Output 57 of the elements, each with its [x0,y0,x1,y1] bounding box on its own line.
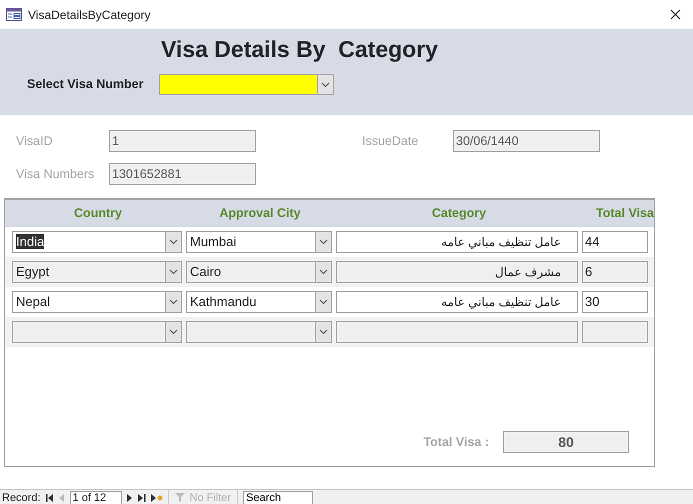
record-position-field[interactable]: 1 of 12 [70,490,122,504]
caret-icon [169,299,178,305]
caret-icon [319,269,328,275]
form-icon [6,8,22,21]
caret-icon [169,329,178,335]
dropdown-button[interactable] [165,292,181,312]
dropdown-button[interactable] [317,75,333,94]
field-label: Visa Numbers [16,166,96,183]
country-dropdown[interactable]: India [12,231,182,253]
category-field[interactable]: عامل تنظيف مباني عامه [336,231,578,253]
total-field[interactable]: 30 [582,291,648,313]
country-dropdown[interactable]: Egypt [12,261,182,283]
city-dropdown[interactable]: Mumbai [186,231,332,253]
caret-icon [319,299,328,305]
column-header: Country [73,205,123,222]
input-field[interactable]: 1 [109,130,256,152]
total-field: 80 [503,431,629,453]
last-record-button[interactable] [138,494,146,502]
next-record-button[interactable] [126,494,133,502]
category-field[interactable]: عامل تنظيف مباني عامه [336,291,578,313]
category-field[interactable] [336,321,578,343]
close-icon [670,8,681,20]
field-label: IssueDate [362,132,420,150]
dropdown-button[interactable] [315,232,331,252]
total-field[interactable]: 6 [582,261,648,283]
dropdown-button[interactable] [315,292,331,312]
dropdown-button[interactable] [165,262,181,282]
dropdown-button[interactable] [165,232,181,252]
first-record-button[interactable] [46,494,54,502]
caret-icon [169,269,178,275]
input-field[interactable]: 1301652881 [109,163,256,185]
record-label: Record: [2,491,41,504]
column-header: Approval City [218,205,302,222]
form-title: Visa Details By Category [160,35,439,64]
country-dropdown[interactable]: Nepal [12,291,182,313]
search-field[interactable]: Search [243,490,314,504]
dropdown-button[interactable] [315,262,331,282]
total-field[interactable]: 44 [582,231,648,253]
column-header: Category [430,205,488,222]
new-record-button[interactable] [150,494,163,502]
field-label: Select Visa Number [27,76,144,94]
total-field[interactable] [582,321,648,343]
dropdown-button[interactable] [315,322,331,342]
caret-icon [319,239,328,245]
input-field[interactable]: 30/06/1440 [453,130,600,152]
city-dropdown[interactable]: Kathmandu [186,291,332,313]
dropdown-button[interactable] [165,322,181,342]
window-title: VisaDetailsByCategory [28,6,151,24]
caret-icon [319,329,328,335]
city-dropdown[interactable]: Cairo [186,261,332,283]
total-label: Total Visa : [423,434,489,451]
column-header: Total Visa [595,205,655,222]
field-label: VisaID [16,132,54,150]
caret-icon [321,82,330,88]
filter-icon [174,493,187,504]
caret-icon [169,239,178,245]
category-field[interactable]: مشرف عمال [336,261,578,283]
